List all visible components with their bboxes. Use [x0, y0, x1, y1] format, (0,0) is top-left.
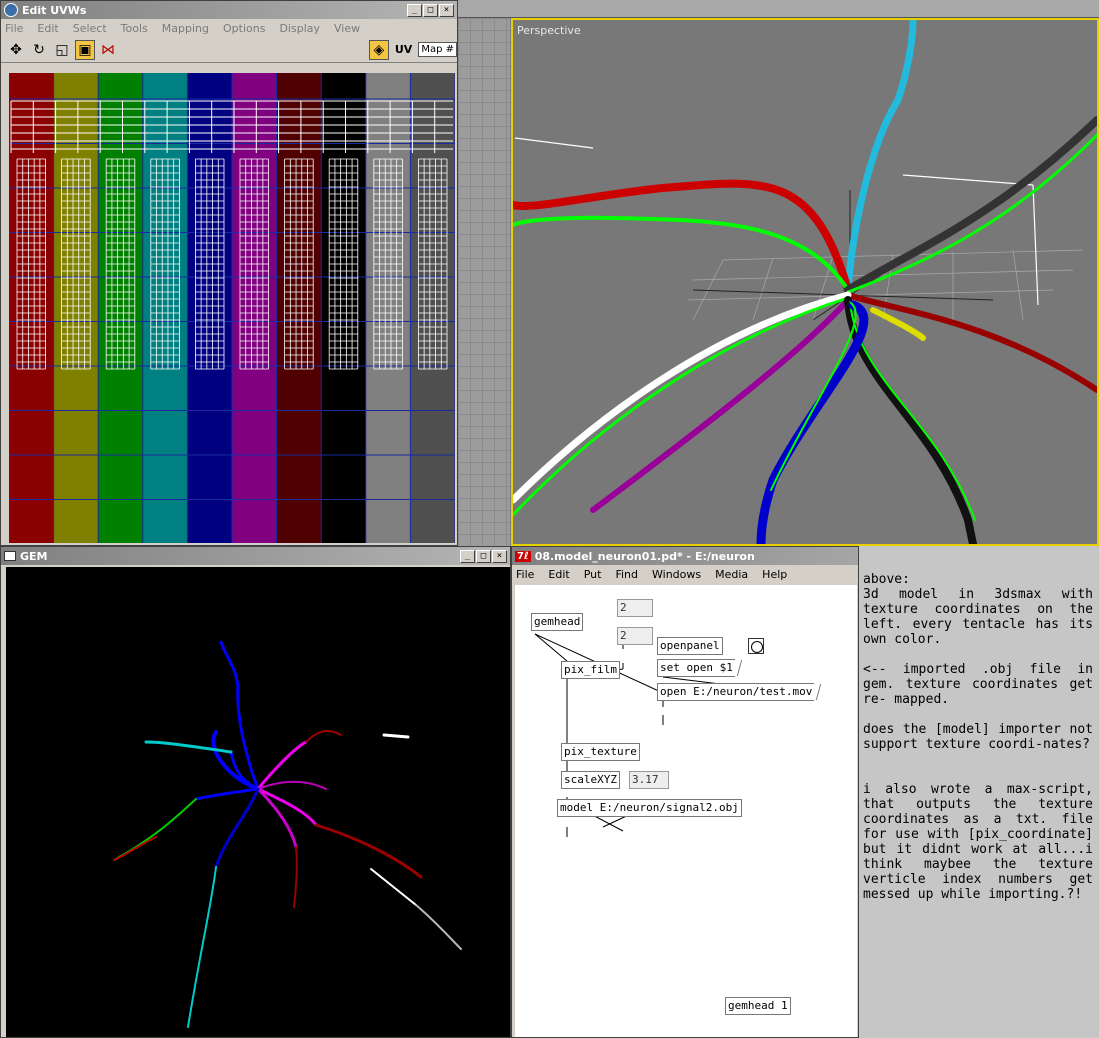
- edit-uvws-window: Edit UVWs _ □ × File Edit Select Tools Mappi…: [0, 0, 458, 546]
- pd-menu-media[interactable]: Media: [715, 568, 748, 581]
- background-grid-viewport: [458, 18, 510, 546]
- mirror-icon[interactable]: ⋈: [98, 40, 118, 60]
- uvw-menu-display[interactable]: Display: [279, 22, 320, 35]
- close-button[interactable]: ×: [492, 549, 507, 563]
- rotate-icon[interactable]: ↻: [29, 40, 49, 60]
- annotation-panel: above: 3d model in 3dsmax with texture c…: [859, 546, 1099, 1038]
- edit-uvws-menubar: File Edit Select Tools Mapping Options Display…: [1, 19, 457, 37]
- note-imported-obj: <-- imported .obj file in gem. texture c…: [863, 662, 1093, 707]
- minimize-button[interactable]: _: [407, 3, 422, 17]
- pd-menu-find[interactable]: Find: [615, 568, 638, 581]
- uvw-menu-mapping[interactable]: Mapping: [162, 22, 209, 35]
- pd-patch-window: 7ℓ 08.model_neuron01.pd* - E:/neuron Fil…: [511, 546, 859, 1038]
- checker-texture-icon[interactable]: ◈: [368, 39, 389, 60]
- edit-uvws-title: Edit UVWs: [22, 3, 87, 17]
- pd-object-gemhead-1[interactable]: gemhead 1: [725, 997, 791, 1015]
- uvw-menu-view[interactable]: View: [334, 22, 360, 35]
- move-icon[interactable]: ✥: [6, 40, 26, 60]
- app-icon: [4, 3, 18, 17]
- pd-object-gemhead[interactable]: gemhead: [531, 613, 584, 631]
- pd-number-box[interactable]: 2: [617, 627, 653, 645]
- pd-number-box[interactable]: 3.17: [629, 771, 669, 789]
- uvw-menu-edit[interactable]: Edit: [37, 22, 58, 35]
- pd-logo-icon: 7ℓ: [515, 550, 531, 562]
- perspective-viewport[interactable]: Perspective: [509, 16, 1099, 549]
- uvw-menu-tools[interactable]: Tools: [121, 22, 148, 35]
- background-viewport-strip: [458, 0, 1099, 18]
- pd-menubar: File Edit Put Find Windows Media Help: [512, 565, 858, 583]
- light-helpers: [514, 137, 1039, 306]
- desktop: Edit UVWs _ □ × File Edit Select Tools Mappi…: [0, 0, 1099, 1038]
- ground-grid: [687, 249, 1084, 321]
- minimize-button[interactable]: _: [460, 549, 475, 563]
- gem-window: GEM _ □ ×: [0, 546, 511, 1038]
- gem-titlebar[interactable]: GEM _ □ ×: [1, 547, 510, 565]
- perspective-scene: [509, 16, 1099, 549]
- gem-title: GEM: [20, 549, 48, 563]
- pd-object-model[interactable]: model E:/neuron/signal2.obj: [557, 799, 742, 817]
- uv-editor-canvas[interactable]: [9, 73, 455, 543]
- pd-message-open-file[interactable]: open E:/neuron/test.mov: [657, 683, 815, 701]
- close-button[interactable]: ×: [439, 3, 454, 17]
- pd-menu-windows[interactable]: Windows: [652, 568, 701, 581]
- note-above: above: 3d model in 3dsmax with texture c…: [863, 572, 1093, 647]
- uvw-menu-file[interactable]: File: [5, 22, 23, 35]
- uvw-menu-select[interactable]: Select: [73, 22, 107, 35]
- edit-uvws-titlebar[interactable]: Edit UVWs _ □ ×: [1, 1, 457, 19]
- gem-render-canvas[interactable]: [6, 567, 510, 1038]
- note-question: does the [model] importer not support te…: [863, 722, 1093, 752]
- pd-title: 08.model_neuron01.pd* - E:/neuron: [534, 549, 755, 563]
- pd-object-pix-texture[interactable]: pix_texture: [561, 743, 640, 761]
- pd-menu-help[interactable]: Help: [762, 568, 787, 581]
- window-icon: [4, 551, 16, 561]
- pd-object-scalexyz[interactable]: scaleXYZ: [561, 771, 620, 789]
- uvw-menu-options[interactable]: Options: [223, 22, 265, 35]
- pd-message-set-open[interactable]: set open $1: [657, 659, 735, 677]
- freeform-icon[interactable]: ▣: [75, 39, 95, 60]
- pd-bang-button[interactable]: [748, 638, 764, 654]
- viewport-label: Perspective: [517, 24, 581, 37]
- maximize-button[interactable]: □: [476, 549, 491, 563]
- pd-menu-put[interactable]: Put: [584, 568, 602, 581]
- pd-object-openpanel[interactable]: openpanel: [657, 637, 723, 655]
- maximize-button[interactable]: □: [423, 3, 438, 17]
- pd-canvas[interactable]: gemhead 2 2 openpanel pix_film set open …: [515, 585, 857, 1037]
- rendered-neuron: [113, 640, 462, 1028]
- neuron-tentacles: [509, 16, 1099, 549]
- note-max-script: i also wrote a max-script, that outputs …: [863, 782, 1093, 902]
- edit-uvws-toolbar: ✥ ↻ ◱ ▣ ⋈ ◈ UV Map #: [1, 37, 457, 63]
- pd-object-pix-film[interactable]: pix_film: [561, 661, 620, 679]
- pd-number-box[interactable]: 2: [617, 599, 653, 617]
- pd-menu-edit[interactable]: Edit: [548, 568, 569, 581]
- pd-titlebar[interactable]: 7ℓ 08.model_neuron01.pd* - E:/neuron: [512, 547, 858, 565]
- pd-menu-file[interactable]: File: [516, 568, 534, 581]
- scale-icon[interactable]: ◱: [52, 40, 72, 60]
- map-dropdown[interactable]: Map #: [418, 42, 457, 57]
- uv-label: UV: [394, 43, 413, 56]
